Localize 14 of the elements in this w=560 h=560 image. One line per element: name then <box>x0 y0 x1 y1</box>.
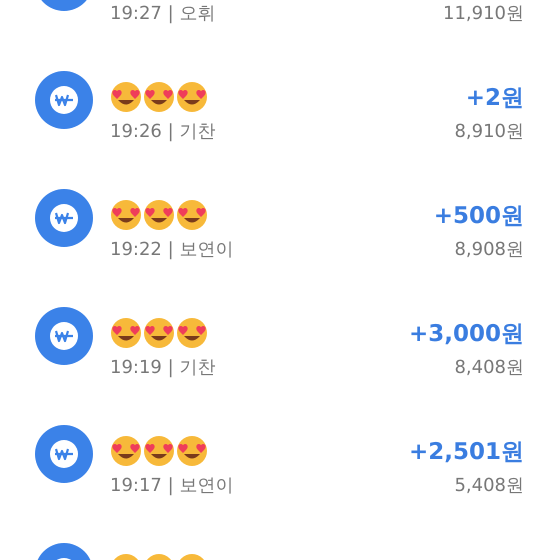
amount: +2원 <box>466 84 524 112</box>
balance: 11,910원 <box>443 2 524 26</box>
time-and-sender: 19:19 | 기찬 <box>110 356 216 380</box>
time-and-sender: 19:26 | 기찬 <box>110 120 216 144</box>
amount: +2,501원 <box>408 438 524 466</box>
amount: +500원 <box>434 202 524 230</box>
amount: +3,000원 <box>408 320 524 348</box>
balance: 8,408원 <box>454 356 524 380</box>
balance: 8,910원 <box>454 120 524 144</box>
time-and-sender: 19:27 | 오휘 <box>110 2 216 26</box>
time-and-sender: 19:22 | 보연이 <box>110 238 234 262</box>
balance: 5,408원 <box>454 474 524 498</box>
balance: 8,908원 <box>454 238 524 262</box>
time-and-sender: 19:17 | 보연이 <box>110 474 234 498</box>
